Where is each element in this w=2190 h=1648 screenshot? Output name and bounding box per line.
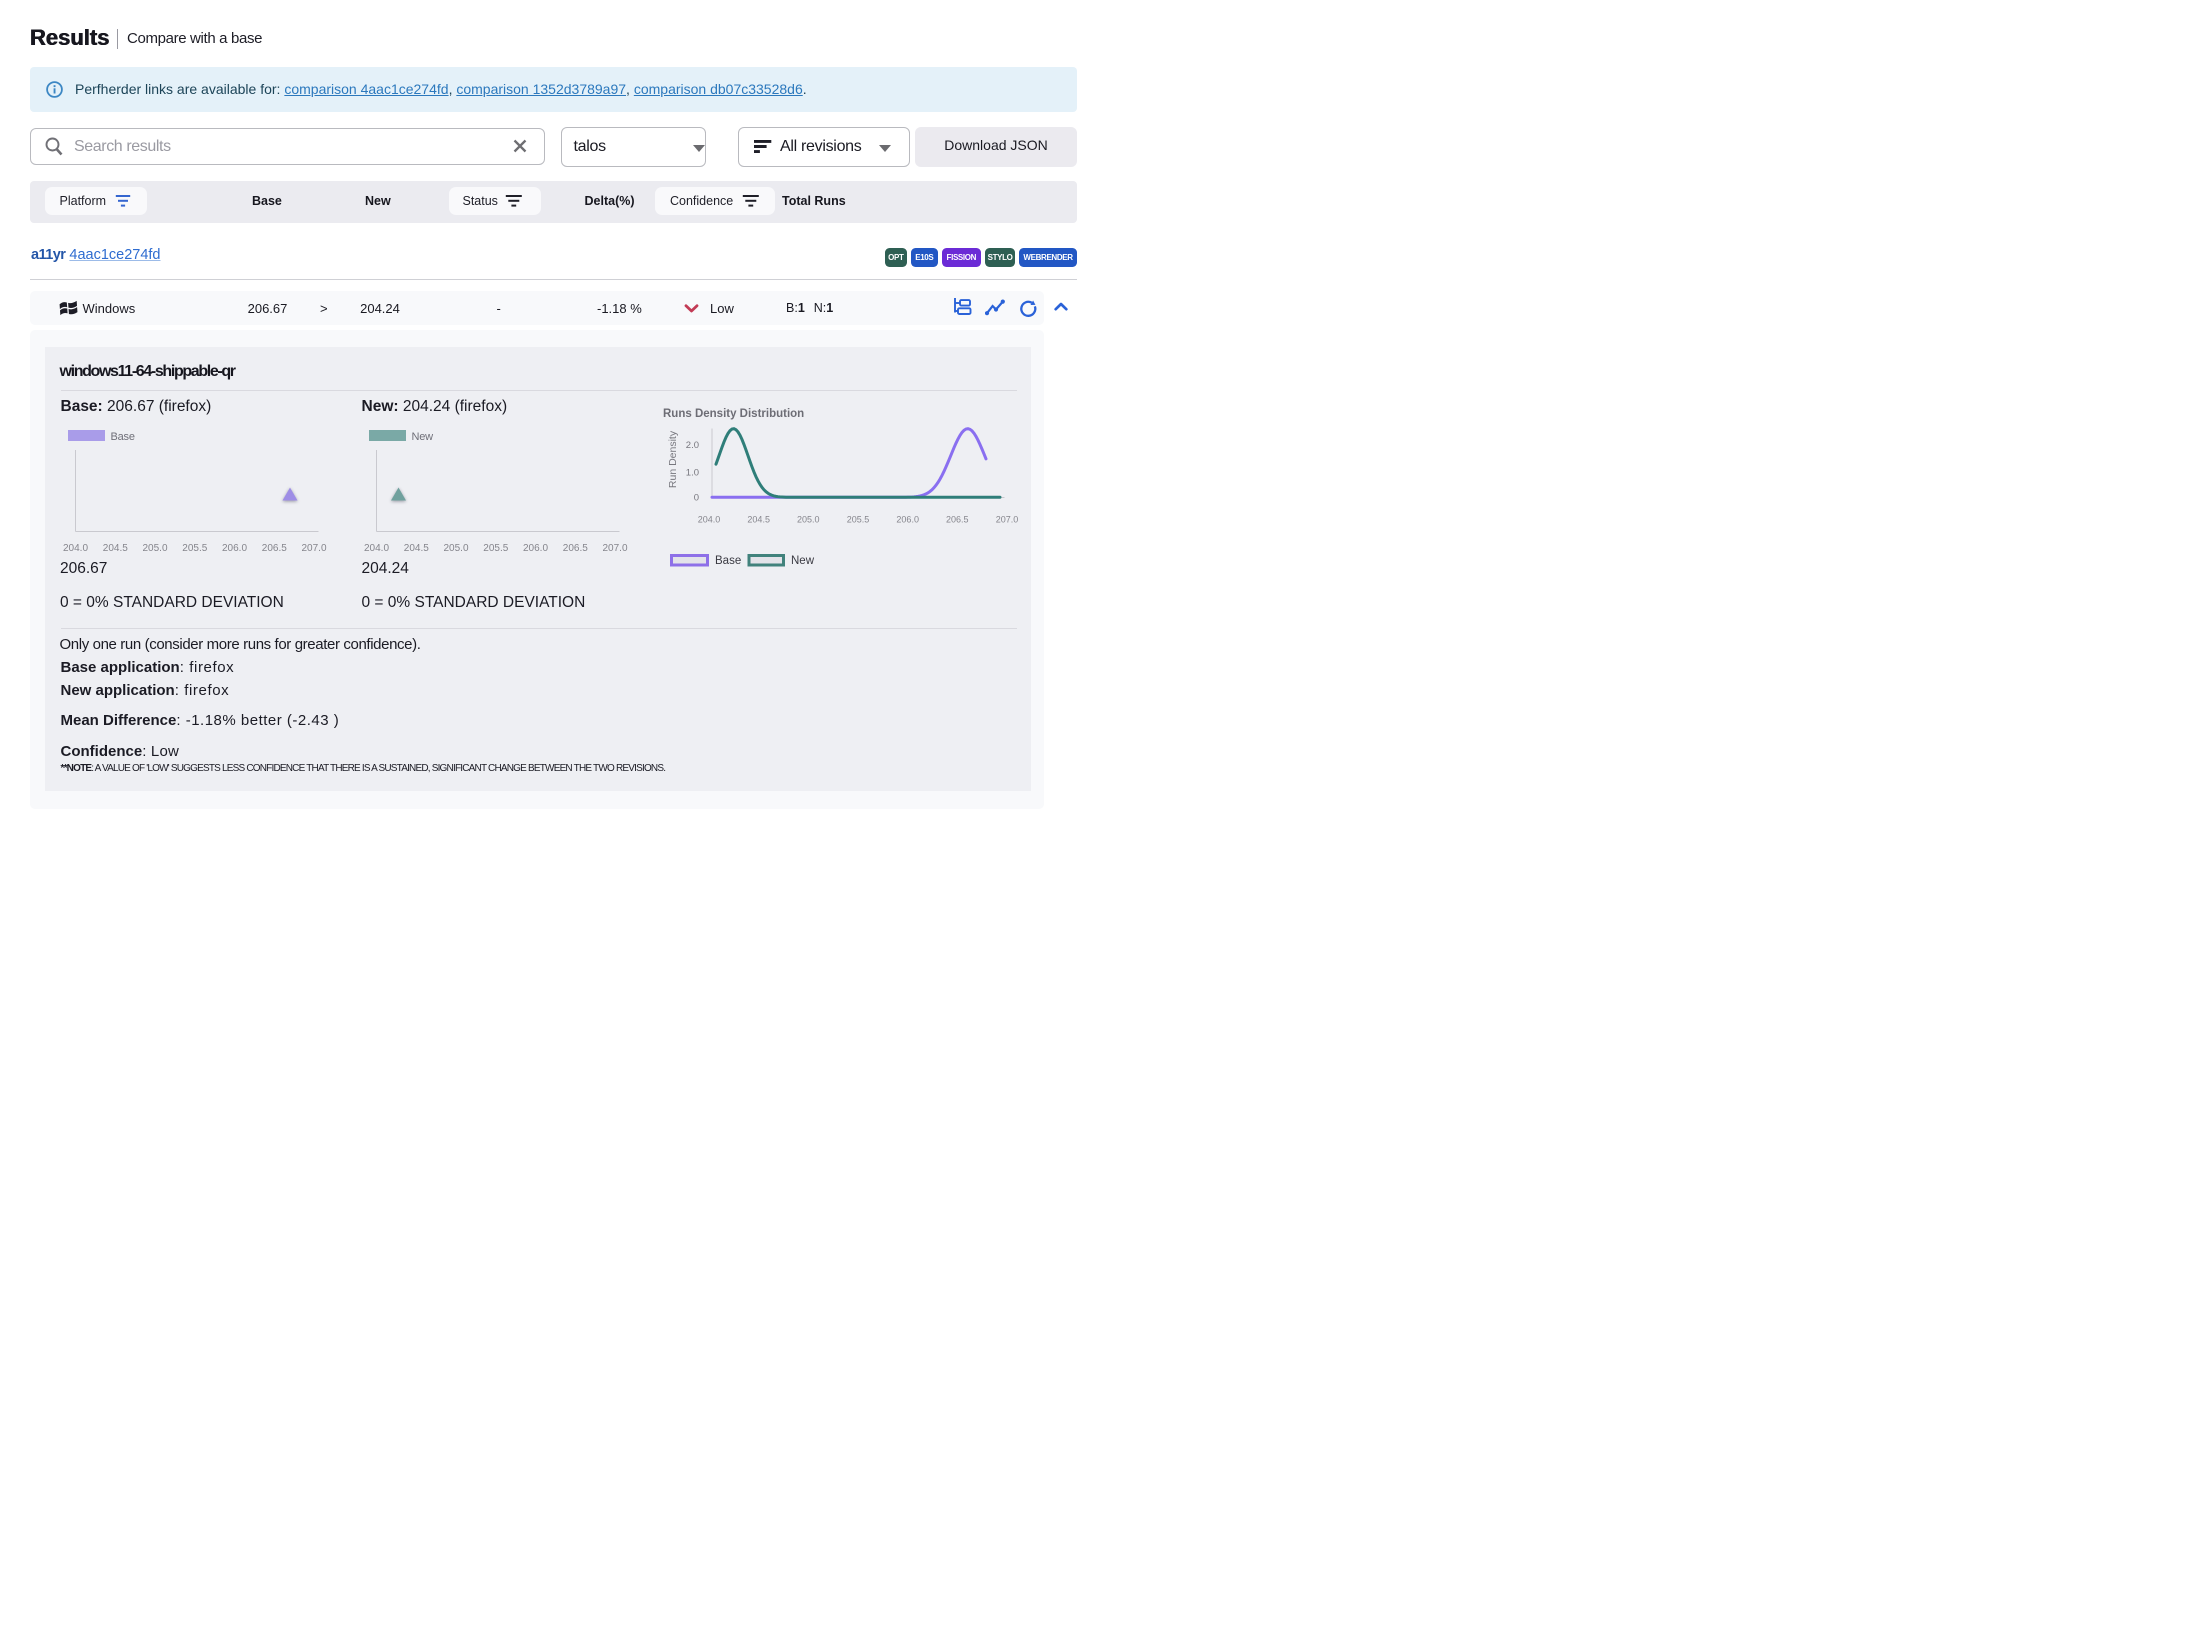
svg-text:206.0: 206.0 (896, 515, 919, 525)
svg-text:207.0: 207.0 (996, 515, 1019, 525)
svg-text:206.0: 206.0 (523, 543, 548, 554)
svg-text:206.5: 206.5 (563, 543, 588, 554)
svg-text:204.5: 204.5 (404, 543, 429, 554)
svg-text:205.5: 205.5 (182, 543, 207, 554)
svg-text:New: New (791, 555, 815, 567)
svg-text:207.0: 207.0 (301, 543, 326, 554)
svg-text:206.5: 206.5 (262, 543, 287, 554)
svg-text:204.0: 204.0 (63, 543, 88, 554)
svg-text:206.0: 206.0 (222, 543, 247, 554)
svg-text:205.0: 205.0 (443, 543, 468, 554)
svg-text:206.5: 206.5 (946, 515, 969, 525)
svg-text:205.0: 205.0 (797, 515, 820, 525)
svg-text:1.0: 1.0 (686, 467, 699, 478)
svg-text:Run Density: Run Density (667, 430, 679, 488)
svg-text:Base: Base (715, 555, 741, 567)
svg-text:205.5: 205.5 (847, 515, 870, 525)
svg-text:204.0: 204.0 (364, 543, 389, 554)
svg-text:205.5: 205.5 (483, 543, 508, 554)
svg-text:207.0: 207.0 (602, 543, 627, 554)
svg-text:204.5: 204.5 (103, 543, 128, 554)
svg-text:204.0: 204.0 (698, 515, 721, 525)
svg-text:204.5: 204.5 (747, 515, 770, 525)
svg-text:205.0: 205.0 (142, 543, 167, 554)
svg-text:2.0: 2.0 (686, 440, 699, 451)
svg-text:0: 0 (694, 493, 699, 504)
